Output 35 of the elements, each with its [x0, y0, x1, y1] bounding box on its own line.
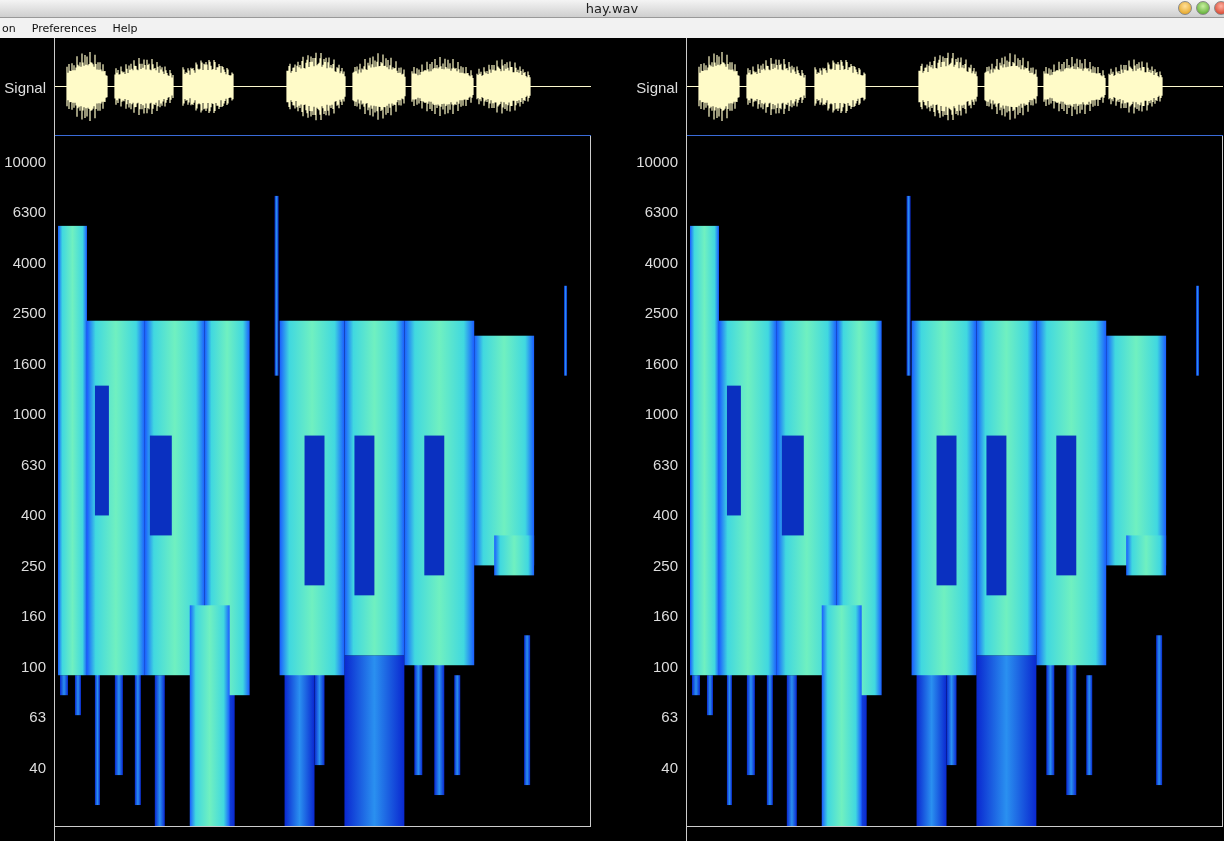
menu-item[interactable]: on — [0, 21, 18, 35]
frequency-label: 40 — [661, 758, 678, 776]
frequency-label: 2500 — [12, 304, 46, 322]
signal-label: Signal — [4, 78, 46, 96]
frequency-label: 4000 — [12, 253, 46, 271]
frequency-label: 63 — [29, 708, 46, 726]
frequency-label: 250 — [652, 556, 678, 574]
frequency-label: 630 — [652, 455, 678, 473]
minimize-button[interactable] — [1178, 1, 1192, 15]
maximize-button[interactable] — [1196, 1, 1210, 15]
window-title: hay.wav — [585, 1, 639, 16]
frequency-label: 4000 — [644, 253, 678, 271]
frequency-label: 1000 — [644, 405, 678, 423]
frequency-label: 1000 — [12, 405, 46, 423]
frequency-label: 1600 — [644, 354, 678, 372]
frequency-label: 2500 — [644, 304, 678, 322]
close-button[interactable] — [1214, 1, 1224, 15]
frequency-label: 160 — [20, 607, 46, 625]
frequency-label: 400 — [20, 506, 46, 524]
frequency-label: 10000 — [4, 152, 46, 170]
menu-item[interactable]: Preferences — [29, 21, 99, 35]
frequency-label: 40 — [29, 758, 46, 776]
menu-item[interactable]: Help — [110, 21, 140, 35]
frequency-label: 63 — [661, 708, 678, 726]
frequency-label: 6300 — [12, 203, 46, 221]
frequency-label: 100 — [652, 657, 678, 675]
frequency-label: 1600 — [12, 354, 46, 372]
frequency-label: 400 — [652, 506, 678, 524]
frequency-label: 100 — [20, 657, 46, 675]
frequency-label: 6300 — [644, 203, 678, 221]
frequency-label: 630 — [20, 455, 46, 473]
frequency-label: 250 — [20, 556, 46, 574]
frequency-label: 160 — [652, 607, 678, 625]
signal-label: Signal — [636, 78, 678, 96]
frequency-label: 10000 — [636, 152, 678, 170]
